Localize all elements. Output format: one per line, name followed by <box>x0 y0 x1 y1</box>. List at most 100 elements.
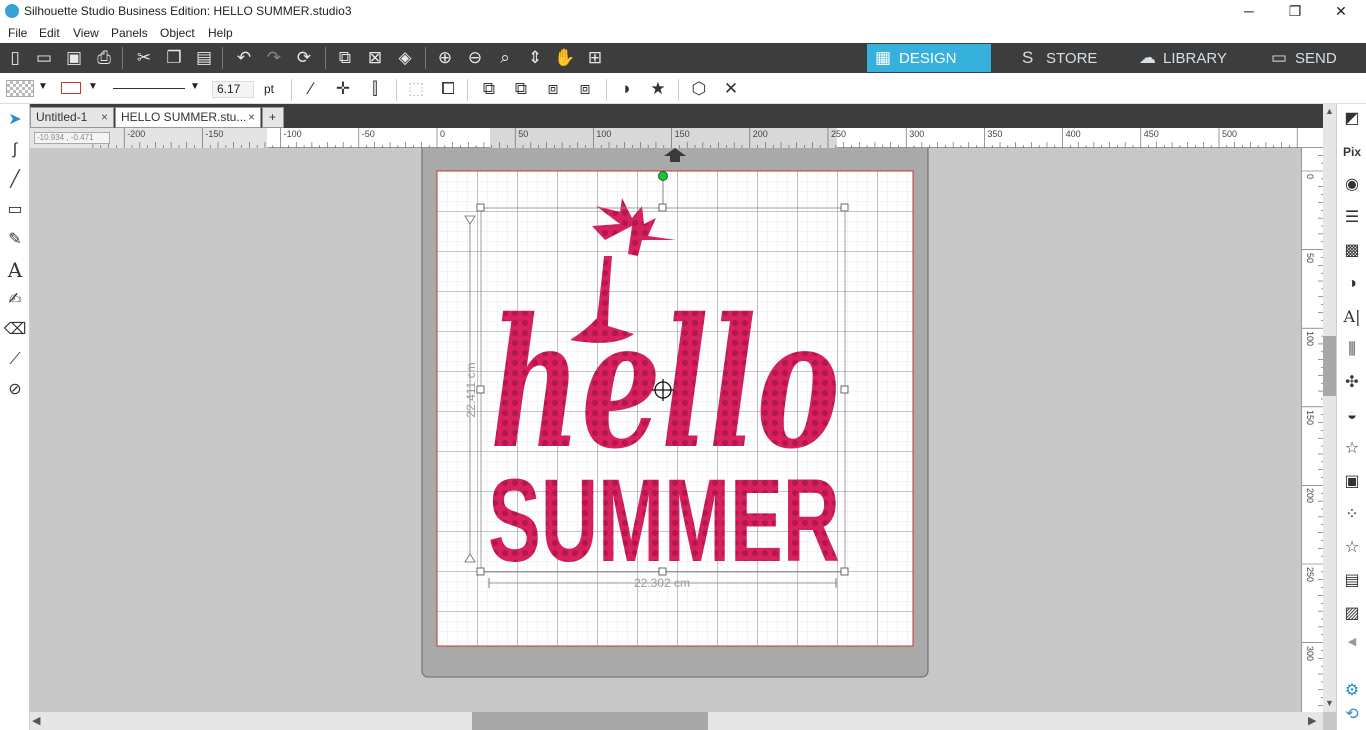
scroll-left-icon[interactable]: ◀ <box>32 714 40 727</box>
menu-panels[interactable]: Panels <box>111 26 148 40</box>
scroll-down-icon[interactable]: ▼ <box>1325 698 1334 708</box>
redo-icon[interactable]: ↷ <box>259 43 289 73</box>
zoom-in-icon[interactable]: ⊕ <box>430 43 460 73</box>
line-style-dropdown-icon[interactable]: ▼ <box>190 81 200 92</box>
3d-box-icon[interactable]: ⬡ <box>686 76 712 102</box>
modify-icon[interactable]: ◒ <box>1340 403 1364 429</box>
collapse-arrow-icon[interactable]: ◀ <box>1340 629 1364 655</box>
eyedropper-icon[interactable]: ⊘ <box>3 378 27 402</box>
save-icon[interactable]: ▣ <box>59 43 89 73</box>
separator <box>396 79 397 101</box>
offset-icon[interactable]: ☆ <box>1340 436 1364 462</box>
bring-forward-icon[interactable]: ⧈ <box>540 76 566 102</box>
copy-icon[interactable]: ❐ <box>159 43 189 73</box>
pixscan-icon[interactable]: Pix <box>1340 139 1364 165</box>
horizontal-scroll-thumb[interactable] <box>472 712 708 730</box>
select-by-color-icon[interactable]: ◈ <box>390 43 420 73</box>
fill-color-icon[interactable]: ◉ <box>1340 172 1364 198</box>
design-canvas[interactable]: hello SUMMER 22.302 cm 22.411 cm <box>30 148 1301 712</box>
weld-icon[interactable]: ◗ <box>614 76 640 102</box>
cut-icon[interactable]: ✂ <box>129 43 159 73</box>
send-to-back-icon[interactable]: ⧉ <box>508 76 534 102</box>
paste-icon[interactable]: ▤ <box>189 43 219 73</box>
line-color-dropdown-icon[interactable]: ▼ <box>88 81 98 92</box>
line-style-preview[interactable] <box>113 88 185 89</box>
align-center-icon[interactable]: ⫿ <box>362 76 388 102</box>
menu-edit[interactable]: Edit <box>39 26 60 40</box>
sketch-icon[interactable]: ☆ <box>1340 535 1364 561</box>
menu-view[interactable]: View <box>73 26 99 40</box>
transform-icon[interactable]: ⁘ <box>1340 502 1364 528</box>
tab-library[interactable]: ☁ LIBRARY <box>1131 44 1251 72</box>
close-tab-icon[interactable]: × <box>101 108 108 127</box>
text-tool-icon[interactable]: A <box>3 258 27 282</box>
fill-pattern-swatch[interactable] <box>6 80 34 97</box>
page-setup-icon[interactable]: ◩ <box>1340 106 1364 132</box>
line-color-swatch[interactable] <box>61 82 81 94</box>
knife-icon[interactable]: ⟋ <box>3 348 27 372</box>
rectangle-icon[interactable]: ▭ <box>3 198 27 222</box>
scroll-right-icon[interactable]: ▶ <box>1308 714 1316 727</box>
doc-tab-untitled[interactable]: Untitled-1 × <box>30 107 114 128</box>
delete-x-icon[interactable]: ✕ <box>718 76 744 102</box>
open-folder-icon[interactable]: ▭ <box>29 43 59 73</box>
menu-file[interactable]: File <box>8 26 27 40</box>
fill-dropdown-icon[interactable]: ▼ <box>38 81 48 92</box>
rotate-handle[interactable] <box>658 171 668 181</box>
vertical-scroll-thumb[interactable] <box>1323 336 1336 396</box>
pan-hand-icon[interactable]: ✋ <box>550 43 580 73</box>
group-icon[interactable]: ⬚ <box>403 76 429 102</box>
scroll-up-icon[interactable]: ▲ <box>1325 106 1334 116</box>
drag-zoom-icon[interactable]: ⇕ <box>520 43 550 73</box>
bring-to-front-icon[interactable]: ⧉ <box>476 76 502 102</box>
tab-store[interactable]: S STORE <box>1014 44 1124 72</box>
menu-object[interactable]: Object <box>160 26 195 40</box>
undo-icon[interactable]: ↶ <box>229 43 259 73</box>
deselect-icon[interactable]: ⊠ <box>360 43 390 73</box>
sketch-pen-icon[interactable]: ✍ <box>3 288 27 312</box>
redraw-icon[interactable]: ⟳ <box>289 43 319 73</box>
zoom-out-icon[interactable]: ⊖ <box>460 43 490 73</box>
settings-icon[interactable]: ⚙ <box>1340 678 1364 704</box>
edit-points-icon[interactable]: ∫ <box>3 138 27 162</box>
print-icon[interactable]: ⎙ <box>89 43 119 73</box>
ruler-label: 250 <box>1305 567 1315 583</box>
replicate-icon[interactable]: ✣ <box>1340 370 1364 396</box>
texture-icon[interactable]: ▩ <box>1340 238 1364 264</box>
text-style-icon[interactable]: A| <box>1340 304 1364 330</box>
library-icon[interactable]: ▤ <box>1340 568 1364 594</box>
image-effects-icon[interactable]: ◑ <box>1340 271 1364 297</box>
new-file-icon[interactable]: ▯ <box>0 43 30 73</box>
align-icon[interactable]: ⫼ <box>1340 337 1364 363</box>
line-width-input[interactable]: 6.17 <box>212 81 254 98</box>
move-icon[interactable]: ✛ <box>330 76 356 102</box>
zoom-box-icon[interactable]: ⌕ <box>490 43 520 73</box>
tab-send[interactable]: ▭ SEND <box>1263 44 1363 72</box>
close-tab-icon[interactable]: × <box>248 108 255 127</box>
menu-help[interactable]: Help <box>208 26 233 40</box>
eraser-icon[interactable]: ⌫ <box>3 318 27 342</box>
trace-icon[interactable]: ▣ <box>1340 469 1364 495</box>
ruler-label: 300 <box>909 129 925 139</box>
send-backward-icon[interactable]: ⧈ <box>572 76 598 102</box>
horizontal-scrollbar[interactable]: ◀ ▶ <box>30 712 1323 730</box>
rhinestone-icon[interactable]: ▨ <box>1340 601 1364 627</box>
select-arrow-icon[interactable]: ➤ <box>3 108 27 132</box>
pencil-icon[interactable]: ✎ <box>3 228 27 252</box>
close-button[interactable]: ✕ <box>1318 0 1364 23</box>
new-tab-button[interactable]: + <box>262 107 284 128</box>
rhinestone-star-icon[interactable]: ★ <box>645 76 671 102</box>
tab-design[interactable]: ▦ DESIGN <box>867 44 991 72</box>
restore-button[interactable]: ❐ <box>1272 0 1318 23</box>
minimize-button[interactable]: ─ <box>1226 0 1272 23</box>
select-all-icon[interactable]: ⧉ <box>330 43 360 73</box>
line-style-icon[interactable]: ☰ <box>1340 205 1364 231</box>
line-tool-icon[interactable]: ⁄ <box>298 76 324 102</box>
ungroup-icon[interactable]: ⧠ <box>435 76 461 102</box>
doc-tab-hello-summer[interactable]: HELLO SUMMER.stu... × <box>115 107 261 128</box>
line-icon[interactable]: ╱ <box>3 168 27 192</box>
sync-icon[interactable]: ⟲ <box>1340 702 1364 728</box>
vertical-scrollbar[interactable]: ▲ ▼ <box>1323 104 1336 712</box>
fit-to-page-icon[interactable]: ⊞ <box>580 43 610 73</box>
canvas-svg[interactable]: hello SUMMER 22.302 cm 22.411 cm <box>30 148 1301 712</box>
